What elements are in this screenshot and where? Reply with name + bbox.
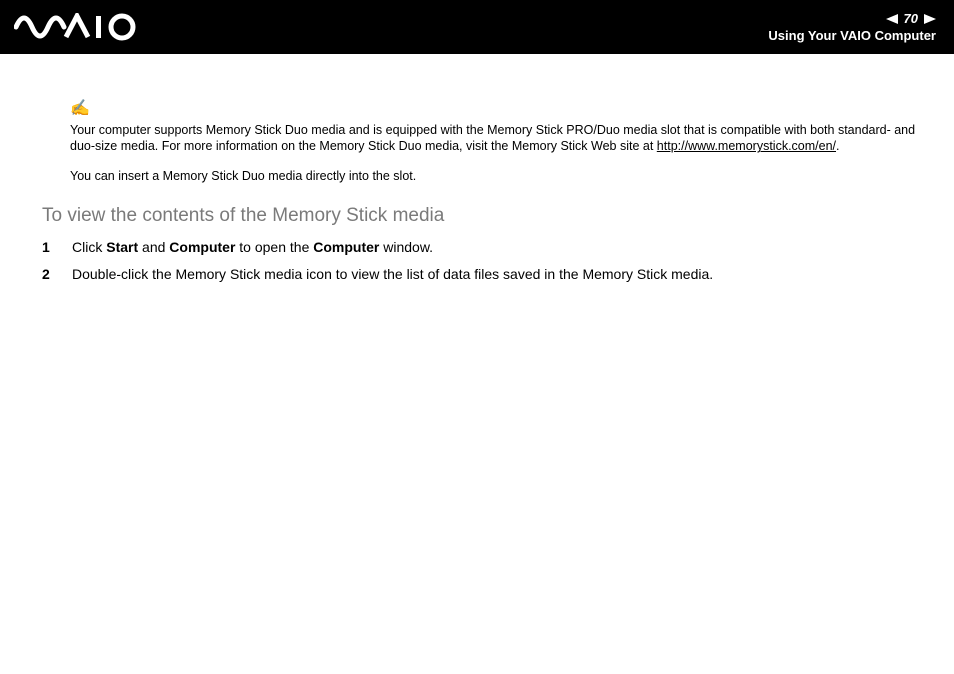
note-link[interactable]: http://www.memorystick.com/en/ bbox=[657, 139, 836, 153]
vaio-logo-svg bbox=[14, 13, 144, 41]
section-title: Using Your VAIO Computer bbox=[768, 28, 936, 43]
step-text: Double-click the Memory Stick media icon… bbox=[72, 264, 713, 285]
page-number: 70 bbox=[904, 11, 918, 26]
step-2: 2 Double-click the Memory Stick media ic… bbox=[42, 264, 924, 285]
step-text: Click Start and Computer to open the Com… bbox=[72, 237, 433, 258]
vaio-logo bbox=[14, 0, 144, 54]
step-1: 1 Click Start and Computer to open the C… bbox=[42, 237, 924, 258]
insert-line: You can insert a Memory Stick Duo media … bbox=[70, 169, 924, 183]
step-number: 2 bbox=[42, 264, 54, 285]
content-heading: To view the contents of the Memory Stick… bbox=[42, 205, 924, 227]
page-content: ✍ Your computer supports Memory Stick Du… bbox=[0, 54, 954, 285]
note-block: ✍ Your computer supports Memory Stick Du… bbox=[70, 98, 924, 155]
pager: 70 bbox=[886, 11, 936, 26]
header-bar: 70 Using Your VAIO Computer bbox=[0, 0, 954, 54]
note-icon: ✍ bbox=[70, 98, 924, 120]
next-page-icon[interactable] bbox=[924, 14, 936, 24]
steps-list: 1 Click Start and Computer to open the C… bbox=[42, 237, 924, 285]
step-number: 1 bbox=[42, 237, 54, 258]
prev-page-icon[interactable] bbox=[886, 14, 898, 24]
header-right: 70 Using Your VAIO Computer bbox=[768, 11, 936, 43]
note-text: Your computer supports Memory Stick Duo … bbox=[70, 122, 924, 156]
note-text-after: . bbox=[836, 139, 839, 153]
